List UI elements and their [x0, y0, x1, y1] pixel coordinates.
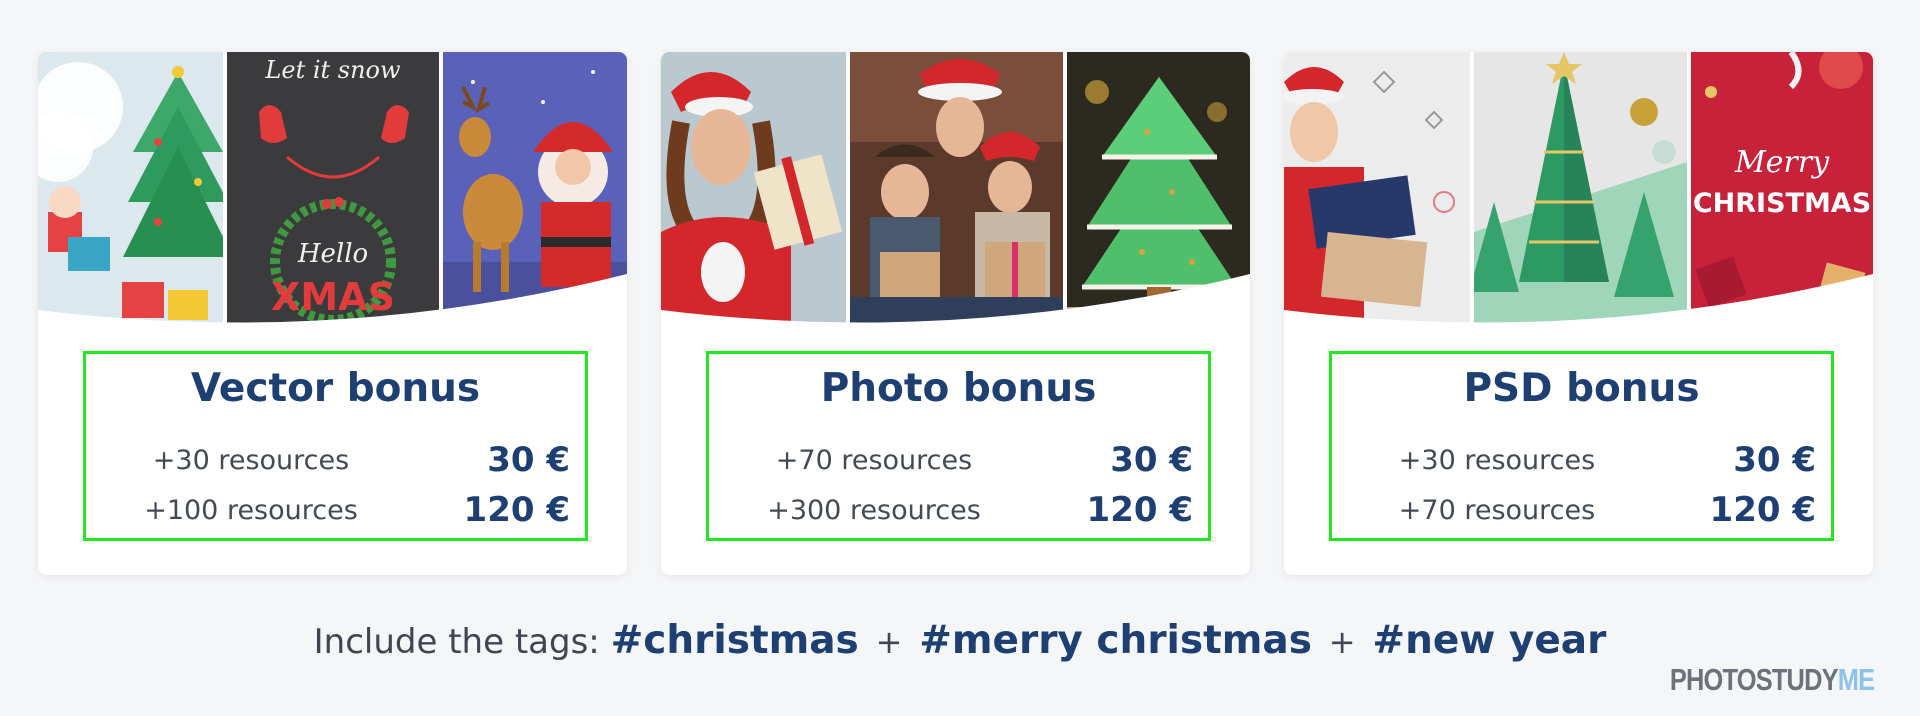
tag-merry-christmas: #merry christmas — [919, 618, 1312, 663]
psd-bonus-info: PSD bonus +30 resources 30 € +70 resourc… — [1329, 351, 1834, 541]
plus-sign: + — [1328, 623, 1356, 661]
price-value: 120 € — [1086, 490, 1193, 530]
price-value: 30 € — [487, 440, 570, 480]
resources-label: +70 resources — [775, 444, 973, 476]
photo-bonus-card[interactable]: Photo bonus +70 resources 30 € +300 reso… — [661, 52, 1250, 575]
card-title: Photo bonus — [820, 366, 1097, 411]
vector-bonus-card[interactable]: Let it snow Hello XMAS Vector bonus +30 … — [38, 52, 627, 575]
price-value: 30 € — [1110, 440, 1193, 480]
resources-label: +30 resources — [152, 444, 350, 476]
photo-image-strip — [661, 52, 1250, 330]
resources-label: +100 resources — [144, 494, 358, 526]
price-row: +30 resources 30 € — [1367, 438, 1816, 482]
photostudyme-logo: PHOTOSTUDYME — [1669, 662, 1875, 698]
bonus-cards: Let it snow Hello XMAS Vector bonus +30 … — [38, 52, 1873, 575]
tags-instruction: Include the tags: #christmas + #merry ch… — [0, 614, 1920, 669]
card-title: PSD bonus — [1463, 366, 1700, 411]
resources-label: +70 resources — [1398, 494, 1596, 526]
photo-bonus-info: Photo bonus +70 resources 30 € +300 reso… — [706, 351, 1211, 541]
price-value: 120 € — [463, 490, 570, 530]
logo-part-1: PHOTOSTUDY — [1669, 662, 1839, 697]
psd-bonus-card[interactable]: Merry CHRISTMAS PSD bonus +30 resources … — [1284, 52, 1873, 575]
price-row: +300 resources 120 € — [744, 488, 1193, 532]
vector-image-strip: Let it snow Hello XMAS — [38, 52, 627, 330]
vector-bonus-info: Vector bonus +30 resources 30 € +100 res… — [83, 351, 588, 541]
tag-new-year: #new year — [1372, 618, 1607, 663]
resources-label: +30 resources — [1398, 444, 1596, 476]
logo-part-2: ME — [1837, 662, 1875, 697]
plus-sign: + — [875, 623, 903, 661]
price-value: 120 € — [1709, 490, 1816, 530]
price-value: 30 € — [1733, 440, 1816, 480]
price-row: +70 resources 120 € — [1367, 488, 1816, 532]
tags-intro-text: Include the tags: — [313, 622, 600, 662]
resources-label: +300 resources — [767, 494, 981, 526]
psd-image-strip: Merry CHRISTMAS — [1284, 52, 1873, 330]
price-row: +100 resources 120 € — [121, 488, 570, 532]
tag-christmas: #christmas — [610, 618, 859, 663]
card-title: Vector bonus — [190, 366, 481, 411]
price-row: +70 resources 30 € — [744, 438, 1193, 482]
price-row: +30 resources 30 € — [121, 438, 570, 482]
